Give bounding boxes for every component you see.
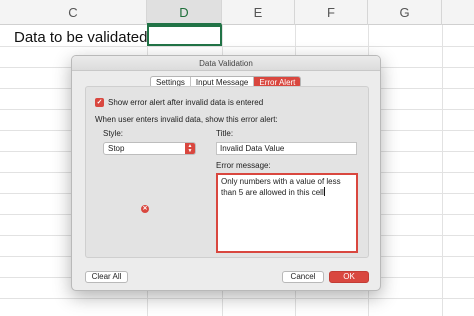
show-alert-label[interactable]: Show error alert after invalid data is e…	[108, 98, 263, 107]
column-header-e[interactable]: E	[222, 0, 295, 25]
ok-button[interactable]: OK	[329, 271, 369, 283]
column-gridline	[442, 25, 443, 316]
column-header-f[interactable]: F	[295, 0, 368, 25]
column-header-row: C D E F G	[0, 0, 474, 25]
error-alert-panel: ✓ Show error alert after invalid data is…	[85, 86, 369, 258]
data-validation-dialog: Data Validation Settings Input Message E…	[71, 55, 381, 291]
error-message-label: Error message:	[216, 161, 271, 170]
cancel-button[interactable]: Cancel	[282, 271, 324, 283]
error-message-text: Only numbers with a value of less than 5…	[221, 177, 341, 197]
stop-circle-icon: ✕	[141, 205, 149, 213]
clear-all-button[interactable]: Clear All	[85, 271, 128, 283]
check-icon: ✓	[96, 99, 103, 106]
error-message-field[interactable]: Only numbers with a value of less than 5…	[216, 173, 358, 253]
show-alert-row: ✓ Show error alert after invalid data is…	[95, 98, 263, 107]
instruction-text: When user enters invalid data, show this…	[95, 115, 278, 124]
column-header-c[interactable]: C	[0, 0, 147, 25]
active-cell-d1[interactable]	[147, 25, 222, 46]
chevron-up-down-icon: ▲ ▼	[185, 143, 195, 154]
style-label: Style:	[103, 129, 124, 138]
style-select-value: Stop	[108, 144, 125, 153]
title-label: Title:	[216, 129, 234, 138]
column-header-g[interactable]: G	[368, 0, 442, 25]
row-gridline	[0, 298, 474, 299]
title-input[interactable]: Invalid Data Value	[216, 142, 357, 155]
column-header-d[interactable]: D	[147, 0, 222, 25]
text-cursor	[323, 187, 325, 196]
style-select[interactable]: Stop ▲ ▼	[103, 142, 196, 155]
show-alert-checkbox[interactable]: ✓	[95, 98, 104, 107]
dialog-title[interactable]: Data Validation	[72, 56, 380, 71]
